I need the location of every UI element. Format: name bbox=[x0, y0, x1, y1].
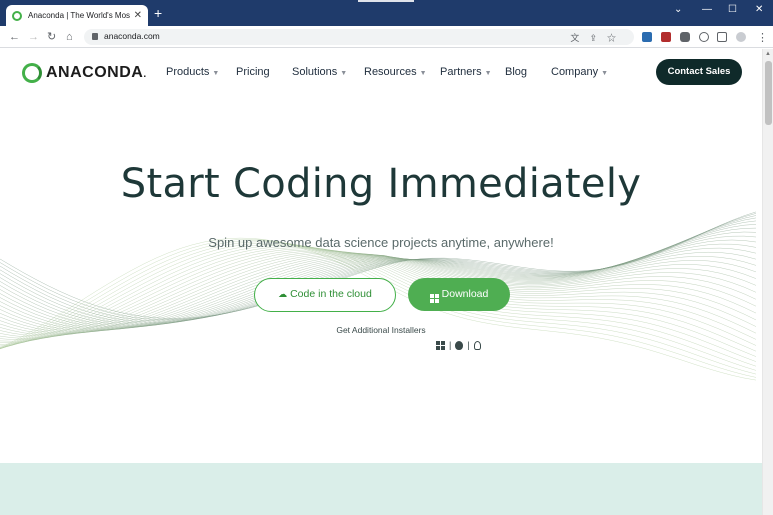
nav-resources[interactable]: Resources ▼ bbox=[364, 66, 427, 78]
additional-installers-label[interactable]: Get Additional Installers bbox=[0, 325, 762, 335]
tab-search-icon[interactable]: ⌄ bbox=[674, 4, 682, 15]
cloud-icon: ☁ bbox=[278, 289, 288, 299]
tab-close-icon[interactable]: ✕ bbox=[134, 10, 142, 21]
windows-installer-icon[interactable] bbox=[436, 340, 445, 350]
browser-tab-active[interactable]: Anaconda | The World's Most P ✕ bbox=[6, 5, 148, 26]
separator: | bbox=[467, 340, 470, 350]
chevron-down-icon: ▼ bbox=[601, 70, 609, 77]
back-button[interactable]: ← bbox=[9, 30, 20, 44]
extension-1-icon[interactable] bbox=[642, 32, 652, 42]
nav-solutions[interactable]: Solutions ▼ bbox=[292, 66, 347, 78]
nav-partners[interactable]: Partners ▼ bbox=[440, 66, 492, 78]
download-status-icon[interactable] bbox=[699, 32, 709, 42]
linux-installer-icon[interactable] bbox=[473, 340, 481, 350]
anaconda-ring-icon bbox=[22, 63, 42, 83]
maximize-button[interactable]: ☐ bbox=[728, 4, 737, 15]
hero-subtitle: Spin up awesome data science projects an… bbox=[208, 235, 554, 250]
new-tab-button[interactable]: + bbox=[154, 6, 162, 20]
tab-title: Anaconda | The World's Most P bbox=[28, 11, 130, 20]
chevron-down-icon: ▼ bbox=[419, 70, 427, 77]
windows-icon bbox=[429, 294, 439, 303]
share-icon[interactable]: ⇪ bbox=[589, 33, 607, 43]
anaconda-logo[interactable]: ANACONDA. bbox=[22, 63, 147, 83]
scroll-up-arrow-icon[interactable]: ▲ bbox=[765, 51, 771, 57]
next-section-band bbox=[0, 463, 762, 515]
anaconda-favicon-icon bbox=[12, 10, 22, 21]
chevron-down-icon: ▼ bbox=[340, 70, 348, 77]
close-window-button[interactable]: ✕ bbox=[755, 4, 763, 15]
anaconda-page: ANACONDA. Products ▼ Pricing Solutions ▼ R… bbox=[0, 49, 762, 515]
download-button[interactable]: Download bbox=[408, 278, 510, 311]
apple-installer-icon[interactable] bbox=[455, 340, 464, 350]
nav-blog[interactable]: Blog bbox=[505, 66, 527, 78]
chevron-down-icon: ▼ bbox=[484, 70, 492, 77]
installer-os-links: | | bbox=[436, 340, 481, 350]
nav-products[interactable]: Products ▼ bbox=[166, 66, 219, 78]
scrollbar-thumb[interactable] bbox=[765, 61, 772, 125]
code-in-the-cloud-button[interactable]: ☁ Code in the cloud bbox=[254, 278, 396, 312]
translate-icon[interactable]: 文 bbox=[570, 33, 589, 43]
browser-menu-icon[interactable]: ⋮ bbox=[757, 31, 768, 45]
forward-button[interactable]: → bbox=[28, 30, 39, 44]
browser-tabstrip: Anaconda | The World's Most P ✕ + ⌄ — ☐ … bbox=[0, 0, 773, 26]
chevron-down-icon: ▼ bbox=[212, 70, 220, 77]
omnibox-actions: 文⇪☆ bbox=[570, 31, 626, 44]
download-button-label: Download bbox=[441, 288, 489, 300]
extension-2-icon[interactable] bbox=[661, 32, 671, 42]
contact-sales-button[interactable]: Contact Sales bbox=[656, 59, 742, 85]
browser-toolbar: ← → ↻ ⌂ anaconda.com 文⇪☆ ⋮ bbox=[0, 26, 773, 48]
bookmark-star-icon[interactable]: ☆ bbox=[607, 33, 626, 43]
home-button[interactable]: ⌂ bbox=[66, 30, 73, 44]
nav-company[interactable]: Company ▼ bbox=[551, 66, 608, 78]
side-panel-icon[interactable] bbox=[717, 32, 727, 42]
hero-title: Start Coding Immediately bbox=[120, 161, 642, 207]
minimize-button[interactable]: — bbox=[702, 4, 712, 15]
profile-avatar[interactable] bbox=[736, 32, 746, 42]
lock-icon[interactable] bbox=[92, 33, 98, 40]
cloud-button-label: Code in the cloud bbox=[290, 288, 372, 300]
address-bar[interactable]: anaconda.com 文⇪☆ bbox=[84, 29, 634, 45]
page-scrollbar[interactable]: ▲ bbox=[762, 49, 773, 515]
logo-wordmark: ANACONDA. bbox=[46, 64, 147, 81]
extensions-puzzle-icon[interactable] bbox=[680, 32, 690, 42]
separator: | bbox=[449, 340, 452, 350]
reload-button[interactable]: ↻ bbox=[47, 30, 56, 44]
url-text[interactable]: anaconda.com bbox=[104, 31, 160, 41]
window-drag-handle[interactable] bbox=[358, 0, 414, 2]
nav-pricing[interactable]: Pricing bbox=[236, 66, 270, 78]
